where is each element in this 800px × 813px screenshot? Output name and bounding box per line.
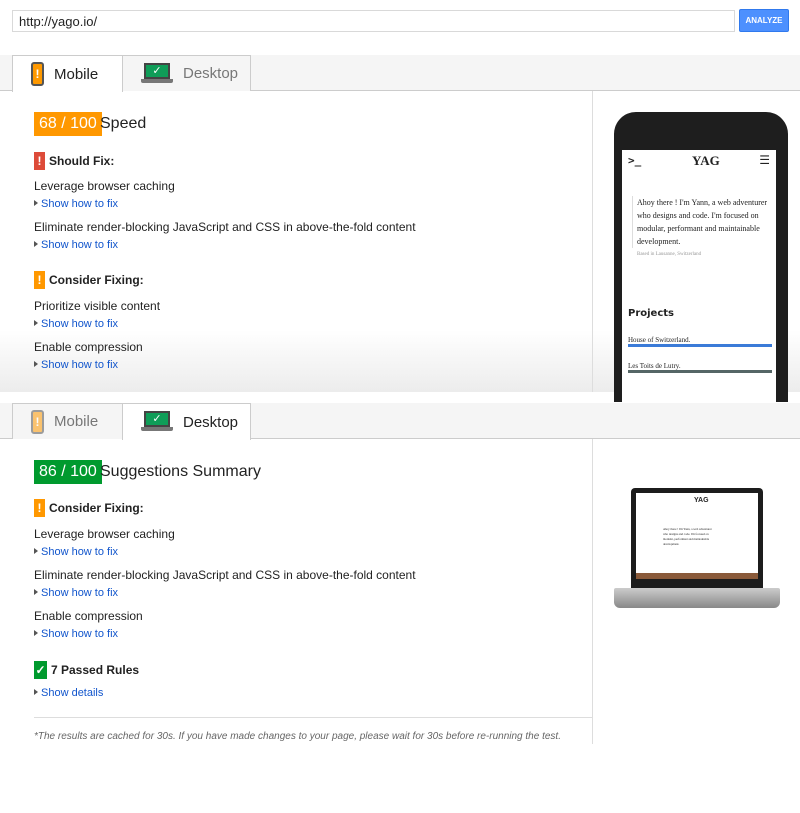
tab-bar: ! Mobile ✓ Desktop <box>0 403 800 440</box>
section-label: Consider Fixing: <box>49 501 144 515</box>
desktop-results-panel: ! Mobile ✓ Desktop 86 / 100 Suggestions … <box>0 403 800 748</box>
menu-icon: ☰ <box>759 153 770 167</box>
warning-orange-icon: ! <box>34 499 45 517</box>
score-badge: 68 / 100 <box>34 112 102 136</box>
divider <box>592 439 593 744</box>
tab-label: Desktop <box>183 413 239 431</box>
show-how-to-fix-link[interactable]: Show how to fix <box>34 359 118 371</box>
rule-item: Eliminate render-blocking JavaScript and… <box>34 220 416 234</box>
show-how-to-fix-link[interactable]: Show how to fix <box>34 318 118 330</box>
phone-warning-icon: ! <box>31 62 44 86</box>
mobile-preview: >_ YAG ☰ Ahoy there ! I'm Yann, a web ad… <box>614 112 788 402</box>
preview-intro: Ahoy there ! I'm Yann, a web adventurer … <box>663 527 712 546</box>
preview-projects-title: Projects <box>628 308 675 319</box>
tab-mobile[interactable]: ! Mobile <box>12 55 123 92</box>
score-title: Speed <box>100 115 147 132</box>
section-label: Consider Fixing: <box>49 273 144 287</box>
cache-note: *The results are cached for 30s. If you … <box>34 731 561 742</box>
laptop-check-icon: ✓ <box>141 411 173 433</box>
should-fix-header: ! Should Fix: <box>34 152 114 170</box>
warning-red-icon: ! <box>34 152 45 170</box>
consider-fixing-header: ! Consider Fixing: <box>34 499 144 517</box>
tab-desktop[interactable]: ✓ Desktop <box>122 55 251 91</box>
passed-rules-header: ✓ 7 Passed Rules <box>34 661 139 679</box>
footer-divider <box>34 717 592 718</box>
url-input[interactable] <box>12 10 735 32</box>
site-logo: YAG <box>692 153 720 168</box>
tab-label: Mobile <box>54 413 99 430</box>
check-icon: ✓ <box>34 661 47 679</box>
show-how-to-fix-link[interactable]: Show how to fix <box>34 239 118 251</box>
rule-item: Leverage browser caching <box>34 179 175 193</box>
preview-project: House of Switzerland. <box>628 336 772 347</box>
preview-location: Based in Lausanne, Switzerland <box>637 252 702 257</box>
show-details-link[interactable]: Show details <box>34 687 103 699</box>
laptop-keyboard <box>614 588 780 608</box>
show-how-to-fix-link[interactable]: Show how to fix <box>34 628 118 640</box>
tab-mobile[interactable]: ! Mobile <box>12 403 123 439</box>
show-how-to-fix-link[interactable]: Show how to fix <box>34 198 118 210</box>
site-logo: YAG <box>694 497 709 504</box>
section-label: 7 Passed Rules <box>51 663 140 677</box>
terminal-icon: >_ <box>628 154 642 167</box>
rule-item: Prioritize visible content <box>34 299 161 313</box>
show-how-to-fix-link[interactable]: Show how to fix <box>34 587 118 599</box>
show-how-to-fix-link[interactable]: Show how to fix <box>34 546 118 558</box>
tab-bar: ! Mobile ✓ Desktop <box>0 55 800 92</box>
phone-warning-icon: ! <box>31 409 44 434</box>
section-label: Should Fix: <box>49 154 115 168</box>
warning-orange-icon: ! <box>34 271 45 289</box>
tab-label: Mobile <box>54 65 99 83</box>
tab-desktop[interactable]: ✓ Desktop <box>122 403 251 440</box>
analyze-button[interactable]: ANALYZE <box>739 9 789 32</box>
rule-item: Enable compression <box>34 609 143 623</box>
preview-intro: Ahoy there ! I'm Yann, a web adventurer … <box>632 196 770 248</box>
laptop-check-icon: ✓ <box>141 62 173 85</box>
consider-fixing-header: ! Consider Fixing: <box>34 271 144 289</box>
rule-item: Enable compression <box>34 340 143 354</box>
rule-item: Eliminate render-blocking JavaScript and… <box>34 568 416 582</box>
taskbar <box>636 573 758 579</box>
preview-screen: YAG Ahoy there ! I'm Yann, a web adventu… <box>631 488 763 588</box>
score-badge: 86 / 100 <box>34 460 102 484</box>
mobile-results-panel: ! Mobile ✓ Desktop 68 / 100 Speed ! Shoul… <box>0 55 800 402</box>
score-title: Suggestions Summary <box>100 463 261 480</box>
tab-label: Desktop <box>183 65 239 82</box>
preview-project: Les Toits de Lutry. <box>628 362 772 373</box>
divider <box>592 91 593 392</box>
preview-screen: >_ YAG ☰ Ahoy there ! I'm Yann, a web ad… <box>622 150 776 402</box>
rule-item: Leverage browser caching <box>34 527 175 541</box>
